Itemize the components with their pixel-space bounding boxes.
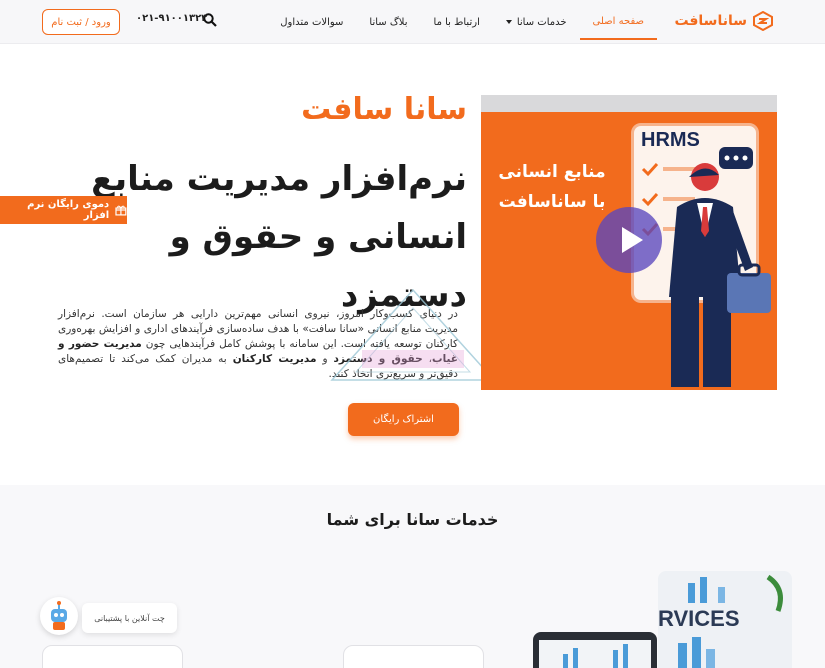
service-card[interactable] — [42, 645, 183, 668]
logo[interactable]: ساناسافت — [674, 11, 773, 31]
chat-support-button[interactable] — [40, 597, 78, 635]
nav-contact-label: ارتباط با ما — [433, 16, 480, 28]
chat-support-bubble[interactable]: چت آنلاین با پشتیبانی — [82, 603, 177, 633]
chevron-down-icon — [505, 20, 512, 24]
logo-mark-icon — [753, 11, 773, 31]
businessman-illustration-icon — [669, 147, 771, 387]
services-image-text: RVICES — [658, 606, 740, 631]
phone-number[interactable]: ۰۲۱-۹۱۰۰۱۳۲۳ — [136, 13, 207, 24]
login-register-button[interactable]: ورود / ثبت نام — [42, 9, 120, 35]
nav-services[interactable]: خدمات سانا — [493, 0, 580, 44]
service-card[interactable] — [343, 645, 484, 668]
gift-icon — [115, 205, 127, 216]
logo-text: ساناسافت — [674, 13, 747, 29]
nav-blog[interactable]: بلاگ سانا — [356, 0, 420, 44]
hero-video-thumbnail[interactable]: HRMS منابع انسانی با ساناسافت — [481, 95, 777, 390]
nav-services-label: خدمات سانا — [516, 16, 567, 28]
services-image: RVICES — [658, 571, 792, 668]
main-nav: صفحه اصلی خدمات سانا ارتباط با ما بلاگ س… — [267, 0, 657, 44]
nav-faq-label: سوالات متداول — [280, 16, 344, 28]
chart-bars-icon — [539, 640, 651, 668]
nav-contact[interactable]: ارتباط با ما — [421, 0, 493, 44]
nav-faq[interactable]: سوالات متداول — [267, 0, 356, 44]
hero-image-caption-line1: منابع انسانی — [498, 162, 606, 182]
hero-desc-bold3: مدیریت کارکنان — [232, 353, 317, 365]
services-title: خدمات سانا برای شما — [326, 510, 499, 529]
site-header: ساناسافت صفحه اصلی خدمات سانا ارتباط با … — [0, 0, 825, 44]
free-demo-badge[interactable]: دموی رایگان نرم افزار — [0, 196, 127, 224]
play-video-button[interactable] — [596, 207, 662, 273]
laptop-image — [533, 632, 657, 668]
nav-home[interactable]: صفحه اصلی — [579, 4, 657, 40]
hero-brand: سانا سافت — [301, 92, 467, 127]
hero-desc-and: و — [322, 353, 328, 365]
free-demo-label: دموی رایگان نرم افزار — [27, 199, 110, 221]
play-icon — [622, 227, 643, 253]
image-top-strip — [481, 95, 777, 112]
robot-icon — [51, 601, 67, 630]
nav-blog-label: بلاگ سانا — [369, 16, 408, 28]
watermark-icon — [330, 288, 496, 381]
free-subscription-button[interactable]: اشتراک رایگان — [348, 403, 459, 436]
nav-home-label: صفحه اصلی — [592, 15, 644, 27]
